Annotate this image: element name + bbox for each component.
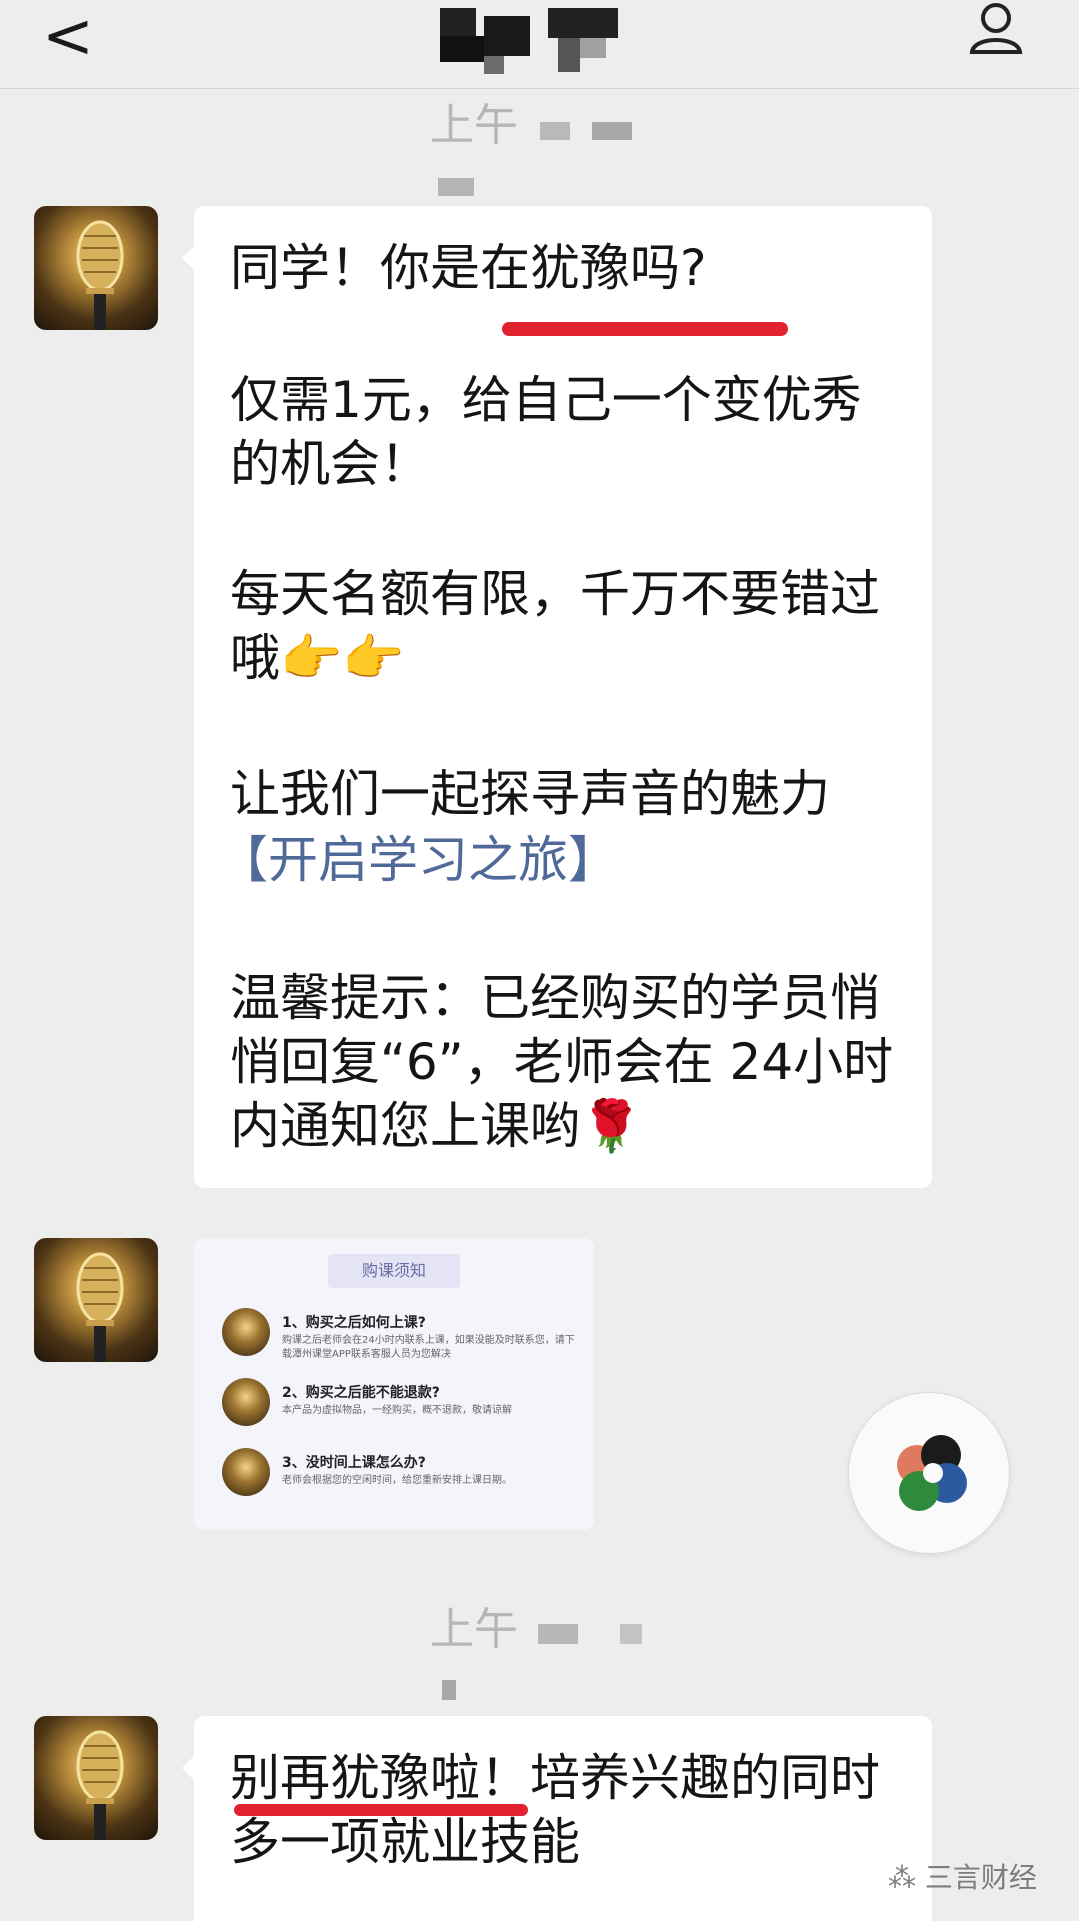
card-item-answer: 本产品为虚拟物品，一经购买，概不退款，敬请谅解 xyxy=(282,1405,512,1416)
timestamp-text: 上午 xyxy=(430,100,518,151)
message-paragraph: 让我们一起探寻声音的魅力 xyxy=(230,765,830,823)
card-item-avatar xyxy=(222,1448,270,1496)
redaction-block xyxy=(438,178,474,196)
redaction-block xyxy=(540,122,570,140)
redaction-block xyxy=(558,38,580,72)
redaction-block xyxy=(620,1624,642,1644)
card-item-answer: 老师会根据您的空闲时间，给您重新安排上课日期。 xyxy=(282,1475,512,1486)
card-item-question: 3、没时间上课怎么办? xyxy=(282,1455,426,1471)
redaction-block xyxy=(484,56,504,74)
redaction-block xyxy=(484,16,530,56)
card-item-avatar xyxy=(222,1378,270,1426)
message-paragraph: 温馨提示：已经购买的学员悄悄回复“6”，老师会在 24小时内通知您上课哟🌹 xyxy=(230,969,894,1155)
chat-header: < xyxy=(0,0,1079,89)
sender-avatar[interactable] xyxy=(34,206,158,330)
card-title: 购课须知 xyxy=(328,1254,460,1288)
red-underline-annotation xyxy=(502,322,788,336)
profile-icon[interactable] xyxy=(966,0,1026,60)
message-bubble[interactable]: 同学！你是在犹豫吗? 仅需1元，给自己一个变优秀的机会！ 每天名额有限，千万不要… xyxy=(182,206,932,1188)
timestamp-text: 上午 xyxy=(430,1604,518,1655)
petal-logo-icon xyxy=(897,1435,967,1511)
message-timestamp: 上午 xyxy=(430,1602,670,1700)
image-message-card[interactable]: 购课须知 1、购买之后如何上课? 购课之后老师会在24小时内联系上课，如果没能及… xyxy=(194,1238,594,1530)
sender-avatar[interactable] xyxy=(34,1716,158,1840)
microphone-icon xyxy=(76,1730,124,1840)
card-item-answer: 购课之后老师会在24小时内联系上课，如果没能及时联系您，请下载潭州课堂APP联系… xyxy=(282,1335,575,1360)
redaction-block xyxy=(440,8,476,36)
message-timestamp: 上午 xyxy=(430,98,670,196)
redaction-block xyxy=(442,1680,456,1700)
message-bubble[interactable]: 别再犹豫啦！培养兴趣的同时多一项就业技能 xyxy=(182,1716,932,1921)
red-underline-annotation xyxy=(234,1804,528,1816)
chat-title-redacted xyxy=(440,8,640,80)
wechat-logo-icon: ⁂ xyxy=(888,1861,916,1894)
sender-avatar[interactable] xyxy=(34,1238,158,1362)
floating-app-button[interactable] xyxy=(848,1392,1010,1554)
message-paragraph: 同学！你是在犹豫吗? xyxy=(230,239,707,297)
microphone-icon xyxy=(76,1252,124,1362)
redaction-block xyxy=(440,36,484,62)
watermark: ⁂ 三言财经 xyxy=(888,1858,1068,1898)
redaction-block xyxy=(538,1624,578,1644)
microphone-icon xyxy=(76,220,124,330)
message-paragraph: 仅需1元，给自己一个变优秀的机会！ xyxy=(230,371,862,493)
card-item-question: 2、购买之后能不能退款? xyxy=(282,1385,440,1401)
message-paragraph: 每天名额有限，千万不要错过哦👉👉 xyxy=(230,565,880,687)
card-item-avatar xyxy=(222,1308,270,1356)
redaction-block xyxy=(580,38,606,58)
redaction-block xyxy=(592,122,632,140)
card-item-question: 1、购买之后如何上课? xyxy=(282,1315,426,1331)
watermark-text: 三言财经 xyxy=(924,1861,1037,1894)
start-learning-link[interactable]: 【开启学习之旅】 xyxy=(218,828,898,892)
back-chevron-icon[interactable]: < xyxy=(42,5,94,67)
redaction-block xyxy=(548,8,618,38)
